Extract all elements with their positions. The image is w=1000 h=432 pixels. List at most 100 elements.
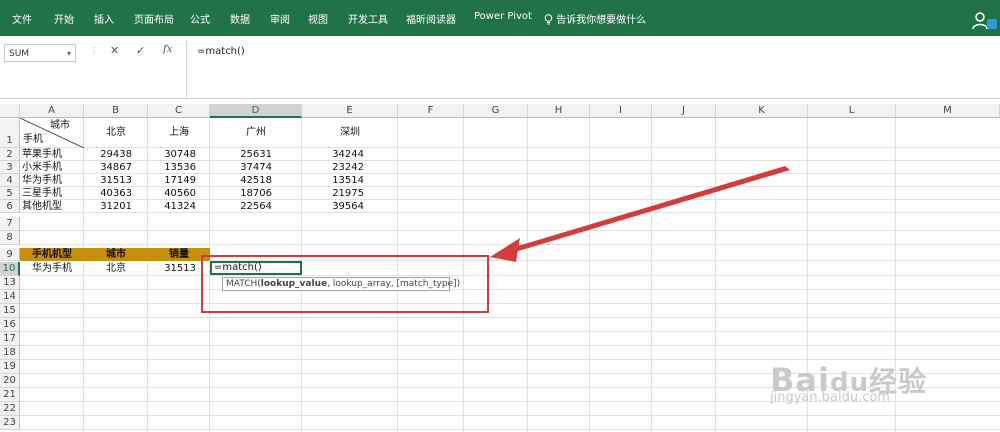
table2-header-city: 城市: [106, 249, 126, 260]
baidu-watermark: Baidu经验 jingyan.baidu.com: [770, 360, 927, 405]
table1-value-cell[interactable]: 42518: [210, 174, 272, 187]
row-header-6[interactable]: 6: [0, 200, 20, 213]
row-gridline: [20, 345, 1000, 346]
table1-value-cell[interactable]: 34244: [302, 148, 364, 161]
ribbon-tab-bar: 文件 开始 插入 页面布局 公式 数据 审阅 视图 开发工具 福昕阅读器 Pow…: [0, 0, 1000, 36]
row-header-10[interactable]: 10: [0, 262, 20, 276]
table1-value-cell[interactable]: 31201: [84, 200, 132, 213]
table1-value-cell[interactable]: 29438: [84, 148, 132, 161]
row-header-13[interactable]: 13: [0, 276, 20, 290]
tell-me-search[interactable]: 告诉我你想要做什么: [544, 11, 646, 26]
row-header-17[interactable]: 17: [0, 332, 20, 346]
column-header-c[interactable]: C: [148, 104, 210, 118]
row-header-19[interactable]: 19: [0, 360, 20, 374]
row-header-7[interactable]: 7: [0, 217, 20, 231]
tab-power-pivot[interactable]: Power Pivot: [474, 11, 532, 22]
row-header-3[interactable]: 3: [0, 161, 20, 174]
column-header-i[interactable]: I: [590, 104, 652, 118]
column-header-g[interactable]: G: [464, 104, 528, 118]
table2-header-model: 手机机型: [32, 249, 72, 260]
column-header-a[interactable]: A: [20, 104, 84, 118]
table1-row-label[interactable]: 其他机型: [22, 200, 62, 213]
table1-value-cell[interactable]: 39564: [302, 200, 364, 213]
column-header-b[interactable]: B: [84, 104, 148, 118]
table2-cell-model[interactable]: 华为手机: [20, 262, 84, 275]
column-gridline: [589, 118, 590, 432]
select-all-corner[interactable]: [0, 104, 20, 118]
row-gridline: [20, 415, 1000, 416]
tab-data[interactable]: 数据: [230, 11, 250, 26]
table1-value-cell[interactable]: 18706: [210, 187, 272, 200]
table2-cell-sales[interactable]: 31513: [148, 262, 196, 275]
row-header-1[interactable]: 1: [0, 119, 20, 148]
row-header-5[interactable]: 5: [0, 187, 20, 200]
highlight-box: [201, 255, 489, 313]
tab-review[interactable]: 审阅: [270, 11, 290, 26]
formula-input[interactable]: =match(): [186, 40, 1000, 98]
insert-function-button[interactable]: fx: [163, 44, 172, 55]
column-header-j[interactable]: J: [652, 104, 716, 118]
row-header-14[interactable]: 14: [0, 290, 20, 304]
table1-row-label[interactable]: 华为手机: [22, 174, 62, 187]
column-header-m[interactable]: M: [896, 104, 1000, 118]
table1-header-guangzhou: 广州: [246, 127, 266, 138]
column-header-l[interactable]: L: [808, 104, 896, 118]
tab-page-layout[interactable]: 页面布局: [134, 11, 174, 26]
table1-row-label[interactable]: 小米手机: [22, 161, 62, 174]
table1-value-cell[interactable]: 25631: [210, 148, 272, 161]
table1-value-cell[interactable]: 23242: [302, 161, 364, 174]
table1-corner-city: 城市: [50, 120, 70, 131]
table1-value-cell[interactable]: 34867: [84, 161, 132, 174]
formula-bar-area: SUM ▾ ⋮ ✕ ✓ fx =match(): [0, 36, 1000, 99]
table1-value-cell[interactable]: 37474: [210, 161, 272, 174]
cancel-button[interactable]: ✕: [110, 44, 119, 57]
column-header-e[interactable]: E: [302, 104, 398, 118]
tab-developer[interactable]: 开发工具: [348, 11, 388, 26]
column-gridline: [651, 118, 652, 432]
table1-value-cell[interactable]: 40363: [84, 187, 132, 200]
row-gridline: [20, 289, 1000, 290]
table1-value-cell[interactable]: 13536: [148, 161, 196, 174]
row-header-18[interactable]: 18: [0, 346, 20, 360]
chevron-down-icon[interactable]: ▾: [67, 45, 71, 63]
enter-button[interactable]: ✓: [136, 44, 145, 57]
tab-foxit-reader[interactable]: 福昕阅读器: [406, 11, 456, 26]
table1-header-shenzhen: 深圳: [340, 127, 360, 138]
column-header-d[interactable]: D: [210, 104, 302, 118]
table1-value-cell[interactable]: 41324: [148, 200, 196, 213]
table1-value-cell[interactable]: 31513: [84, 174, 132, 187]
table1-value-cell[interactable]: 40560: [148, 187, 196, 200]
column-header-h[interactable]: H: [528, 104, 590, 118]
table1-value-cell[interactable]: 13514: [302, 174, 364, 187]
row-header-9[interactable]: 9: [0, 248, 20, 261]
row-header-8[interactable]: 8: [0, 231, 20, 245]
row-header-20[interactable]: 20: [0, 374, 20, 388]
tab-formulas[interactable]: 公式: [190, 11, 210, 26]
row-header-21[interactable]: 21: [0, 388, 20, 402]
row-header-16[interactable]: 16: [0, 318, 20, 332]
tab-view[interactable]: 视图: [308, 11, 328, 26]
row-gridline: [20, 317, 1000, 318]
tab-file[interactable]: 文件: [12, 11, 32, 26]
table1-value-cell[interactable]: 22564: [210, 200, 272, 213]
user-icon[interactable]: [972, 10, 998, 30]
row-header-2[interactable]: 2: [0, 148, 20, 161]
table1-row-label[interactable]: 三星手机: [22, 187, 62, 200]
tab-home[interactable]: 开始: [54, 11, 74, 26]
table1-value-cell[interactable]: 21975: [302, 187, 364, 200]
table1-value-cell[interactable]: 17149: [148, 174, 196, 187]
row-header-4[interactable]: 4: [0, 174, 20, 187]
table1-value-cell[interactable]: 30748: [148, 148, 196, 161]
column-header-f[interactable]: F: [398, 104, 464, 118]
table1-header-shanghai: 上海: [169, 127, 189, 138]
tell-me-label: 告诉我你想要做什么: [556, 15, 647, 26]
column-header-k[interactable]: K: [716, 104, 808, 118]
row-header-23[interactable]: 23: [0, 416, 20, 430]
table1-row-label[interactable]: 苹果手机: [22, 148, 62, 161]
table2-cell-city[interactable]: 北京: [84, 262, 148, 275]
row-header-22[interactable]: 22: [0, 402, 20, 416]
drag-handle-icon[interactable]: ⋮: [90, 46, 98, 56]
tab-insert[interactable]: 插入: [94, 11, 114, 26]
row-header-15[interactable]: 15: [0, 304, 20, 318]
name-box[interactable]: SUM ▾: [4, 44, 76, 62]
